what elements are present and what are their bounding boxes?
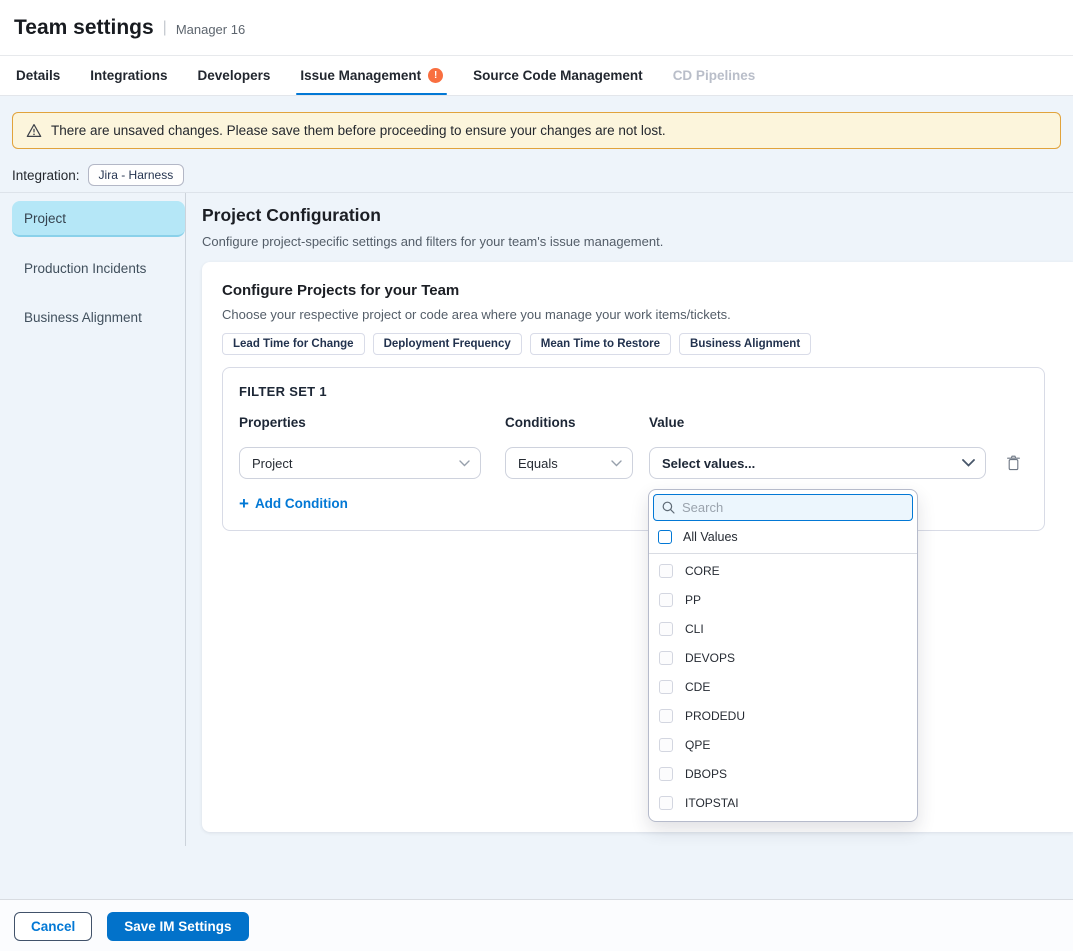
option-prodedu[interactable]: PRODEDU <box>653 701 913 730</box>
search-input[interactable] <box>682 500 904 515</box>
option-checkbox[interactable] <box>659 651 673 665</box>
metric-tags: Lead Time for Change Deployment Frequenc… <box>222 333 1053 355</box>
option-checkbox[interactable] <box>659 767 673 781</box>
integration-chip[interactable]: Jira - Harness <box>88 164 185 186</box>
settings-sidebar: Project Production Incidents Business Al… <box>0 193 186 846</box>
sidebar-item-production-incidents[interactable]: Production Incidents <box>12 250 185 286</box>
unsaved-changes-banner: There are unsaved changes. Please save t… <box>12 112 1061 149</box>
metric-tag-business-alignment: Business Alignment <box>679 333 811 355</box>
option-dbops[interactable]: DBOPS <box>653 759 913 788</box>
warning-icon <box>26 123 42 138</box>
condition-select[interactable]: Equals <box>505 447 633 479</box>
tab-issue-management[interactable]: Issue Management ! <box>300 56 443 95</box>
option-qpe[interactable]: QPE <box>653 730 913 759</box>
banner-message: There are unsaved changes. Please save t… <box>51 123 666 138</box>
option-checkbox[interactable] <box>659 796 673 810</box>
section-subtitle: Configure project-specific settings and … <box>202 234 1073 249</box>
option-checkbox[interactable] <box>659 564 673 578</box>
select-all-row[interactable]: All Values <box>653 521 913 553</box>
filter-set-title: FILTER SET 1 <box>239 384 1028 399</box>
trash-icon <box>1006 455 1021 471</box>
chevron-down-icon <box>962 459 975 467</box>
delete-filter-button[interactable] <box>1006 455 1021 471</box>
main-pane: Project Configuration Configure project-… <box>186 193 1073 846</box>
footer-actions: Cancel Save IM Settings <box>0 899 1073 951</box>
bottom-spacer <box>0 846 1073 899</box>
card-subtitle: Choose your respective project or code a… <box>222 307 1053 322</box>
chevron-down-icon <box>459 460 470 467</box>
add-condition-button[interactable]: + Add Condition <box>239 495 348 512</box>
title-divider: | <box>163 19 167 37</box>
filter-condition-row: Project Equals <box>239 447 1028 479</box>
metric-tag-deployment-frequency: Deployment Frequency <box>373 333 522 355</box>
tab-cd-pipelines: CD Pipelines <box>673 56 756 95</box>
two-pane-layout: Project Production Incidents Business Al… <box>0 193 1073 846</box>
tab-details[interactable]: Details <box>16 56 60 95</box>
option-checkbox[interactable] <box>659 709 673 723</box>
select-all-checkbox[interactable] <box>658 530 672 544</box>
chevron-down-icon <box>611 460 622 467</box>
team-settings-page: Team settings | Manager 16 Details Integ… <box>0 0 1073 951</box>
filter-column-headers: Properties Conditions Value <box>239 415 1028 430</box>
option-devops[interactable]: DEVOPS <box>653 643 913 672</box>
option-cde[interactable]: CDE <box>653 672 913 701</box>
column-header-properties: Properties <box>239 415 481 430</box>
column-header-value: Value <box>649 415 986 430</box>
card-title: Configure Projects for your Team <box>222 282 1053 299</box>
search-icon <box>662 501 675 514</box>
option-pipe[interactable]: PIPE <box>653 817 913 822</box>
option-pp[interactable]: PP <box>653 585 913 614</box>
section-title: Project Configuration <box>202 205 1073 226</box>
tab-developers[interactable]: Developers <box>198 56 271 95</box>
value-dropdown: All Values CORE PP CLI DEVOPS CDE <box>648 489 918 822</box>
select-all-label: All Values <box>683 530 738 544</box>
option-cli[interactable]: CLI <box>653 614 913 643</box>
content-top: There are unsaved changes. Please save t… <box>0 96 1073 193</box>
unsaved-alert-badge-icon: ! <box>428 68 443 83</box>
option-core[interactable]: CORE <box>653 556 913 585</box>
value-select-wrapper: Select values... <box>649 447 986 479</box>
option-checkbox[interactable] <box>659 738 673 752</box>
filter-set-1: FILTER SET 1 Properties Conditions Value… <box>222 367 1045 531</box>
metric-tag-lead-time: Lead Time for Change <box>222 333 365 355</box>
project-configuration-card: Configure Projects for your Team Choose … <box>202 262 1073 832</box>
plus-icon: + <box>239 495 249 512</box>
cancel-button[interactable]: Cancel <box>14 912 92 941</box>
page-title: Team settings <box>14 16 154 40</box>
integration-row: Integration: Jira - Harness <box>12 164 1061 186</box>
team-name: Manager 16 <box>176 19 245 37</box>
value-select[interactable]: Select values... <box>649 447 986 479</box>
option-checkbox[interactable] <box>659 622 673 636</box>
save-im-settings-button[interactable]: Save IM Settings <box>107 912 248 941</box>
tab-source-code-management[interactable]: Source Code Management <box>473 56 643 95</box>
sidebar-item-project[interactable]: Project <box>12 201 185 237</box>
content-area: There are unsaved changes. Please save t… <box>0 96 1073 899</box>
integration-label: Integration: <box>12 168 80 183</box>
dropdown-options: CORE PP CLI DEVOPS CDE PRODEDU QPE DBOPS <box>653 554 913 822</box>
metric-tag-mean-time-to-restore: Mean Time to Restore <box>530 333 671 355</box>
option-checkbox[interactable] <box>659 593 673 607</box>
property-select[interactable]: Project <box>239 447 481 479</box>
option-checkbox[interactable] <box>659 680 673 694</box>
sidebar-item-business-alignment[interactable]: Business Alignment <box>12 299 185 335</box>
settings-tabbar: Details Integrations Developers Issue Ma… <box>0 56 1073 96</box>
column-header-conditions: Conditions <box>505 415 633 430</box>
dropdown-search <box>653 494 913 521</box>
page-header: Team settings | Manager 16 <box>0 0 1073 56</box>
tab-integrations[interactable]: Integrations <box>90 56 167 95</box>
option-itopstai[interactable]: ITOPSTAI <box>653 788 913 817</box>
